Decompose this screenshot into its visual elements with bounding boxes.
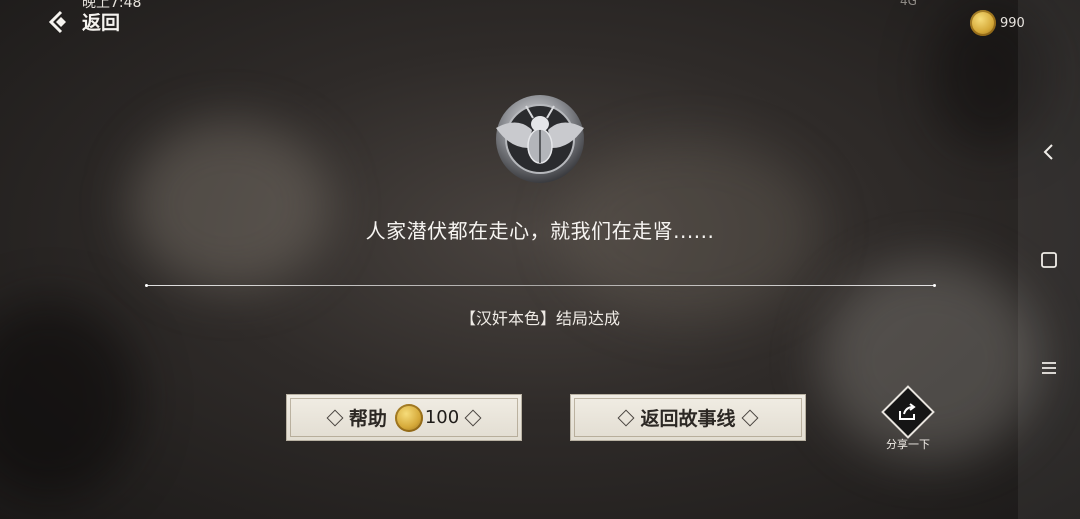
help-button[interactable]: 帮助 100 [286, 394, 522, 441]
coin-icon [394, 403, 423, 432]
return-storyline-button[interactable]: 返回故事线 [570, 394, 806, 441]
nav-home-button[interactable] [1031, 242, 1067, 278]
share-badge [881, 385, 935, 439]
share-button[interactable]: 分享一下 [876, 385, 940, 452]
status-network: 4G [900, 0, 917, 8]
coin-icon [970, 10, 996, 36]
coin-counter: 990 [970, 10, 1025, 36]
square-icon [1041, 252, 1057, 268]
background-ink [0, 300, 140, 500]
back-diamond-icon [48, 10, 66, 33]
chevron-left-icon [1043, 144, 1053, 160]
divider-end [145, 284, 148, 287]
beetle-emblem-icon [496, 95, 584, 183]
diamond-icon [326, 409, 344, 426]
diamond-icon [617, 409, 635, 426]
divider [145, 284, 936, 287]
ending-tagline: 人家潜伏都在走心，就我们在走肾...... [365, 219, 715, 243]
diamond-icon [464, 409, 482, 426]
share-icon [899, 403, 916, 420]
help-cost: 100 [424, 407, 460, 428]
back-button[interactable]: 返回 [48, 8, 120, 35]
back-label: 返回 [82, 12, 121, 34]
ending-achieved-text: 【汉奸本色】结局达成 [459, 309, 620, 328]
background-smoke [130, 120, 330, 290]
help-label: 帮助 [348, 408, 387, 430]
diamond-icon [741, 409, 758, 426]
return-storyline-label: 返回故事线 [640, 408, 736, 430]
nav-back-button[interactable] [1031, 134, 1067, 170]
divider-end [933, 284, 936, 287]
nav-menu-button[interactable] [1031, 350, 1067, 386]
menu-icon [1042, 362, 1056, 374]
